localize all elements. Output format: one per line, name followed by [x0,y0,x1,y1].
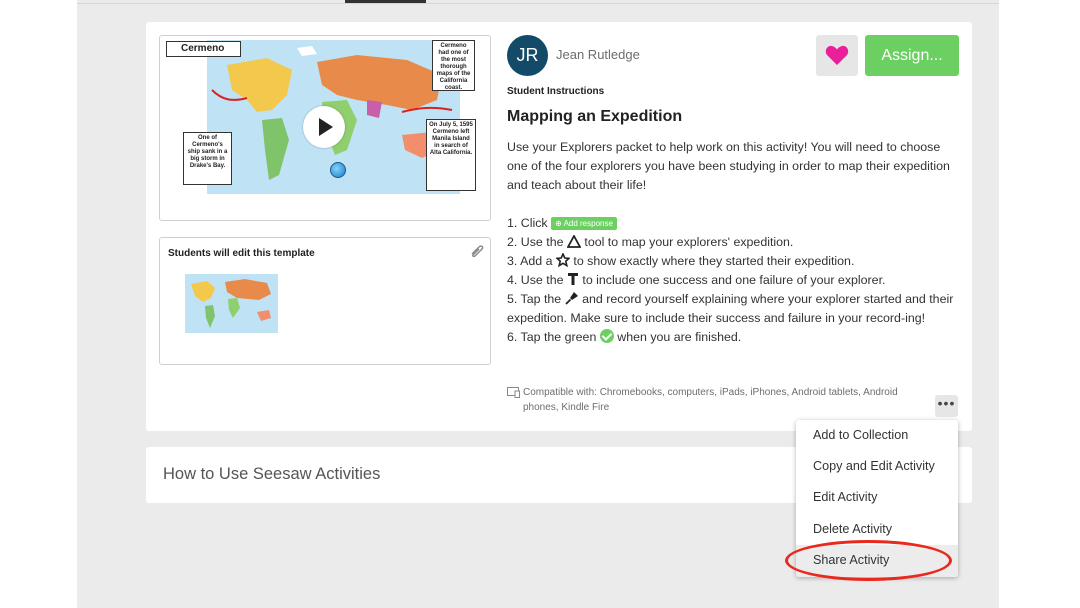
map-note-right: On July 5, 1595 Cermeno left Manila Isla… [426,119,476,191]
author-avatar: JR [507,35,548,76]
menu-item-add-to-collection[interactable]: Add to Collection [813,428,908,442]
menu-item-copy-and-edit[interactable]: Copy and Edit Activity [813,459,935,473]
step-6: 6. Tap the green when you are finished. [507,329,742,344]
step-4: 4. Use the to include one success and on… [507,273,886,287]
step-2: 2. Use the tool to map your explorers' e… [507,235,794,249]
text-tool-icon [567,273,578,285]
highlight-annotation [785,540,952,581]
map-note-top: Cermeno had one of the most thorough map… [432,40,475,91]
template-label: Students will edit this template [168,248,315,259]
step-1: 1. Click ⊕ Add response [507,214,962,233]
microphone-icon [565,292,578,305]
more-options-button[interactable]: ••• [935,395,958,417]
compatibility-text: Compatible with: Chromebooks, computers,… [523,387,898,413]
map-note-left: One of Cermeno's ship sank in a big stor… [183,132,232,185]
author-name[interactable]: Jean Rutledge [556,47,640,62]
instructions-intro: Use your Explorers packet to help work o… [507,140,950,192]
check-icon [599,329,614,343]
student-instructions-label: Student Instructions [507,86,605,97]
template-thumbnail [185,274,278,333]
step-3: 3. Add a to show exactly where they star… [507,253,855,268]
like-button[interactable] [816,35,858,76]
top-divider [77,3,999,4]
step-5: 5. Tap the and record yourself explainin… [507,292,954,325]
how-to-label[interactable]: How to Use Seesaw Activities [163,465,380,484]
globe-icon [330,162,346,178]
add-response-badge: ⊕ Add response [551,217,617,230]
sticker-star-icon [555,253,570,267]
active-tab-indicator [345,0,426,3]
devices-icon [507,387,520,398]
triangle-tool-icon [566,235,581,248]
instructions-text: Use your Explorers packet to help work o… [507,138,962,347]
menu-item-delete-activity[interactable]: Delete Activity [813,522,892,536]
heart-icon [825,45,849,65]
paperclip-icon [471,245,484,258]
assign-button[interactable]: Assign... [865,35,959,76]
activity-title: Mapping an Expedition [507,108,683,125]
play-icon[interactable] [303,106,345,148]
video-title-tag: Cermeno [166,41,241,57]
menu-item-edit-activity[interactable]: Edit Activity [813,490,877,504]
